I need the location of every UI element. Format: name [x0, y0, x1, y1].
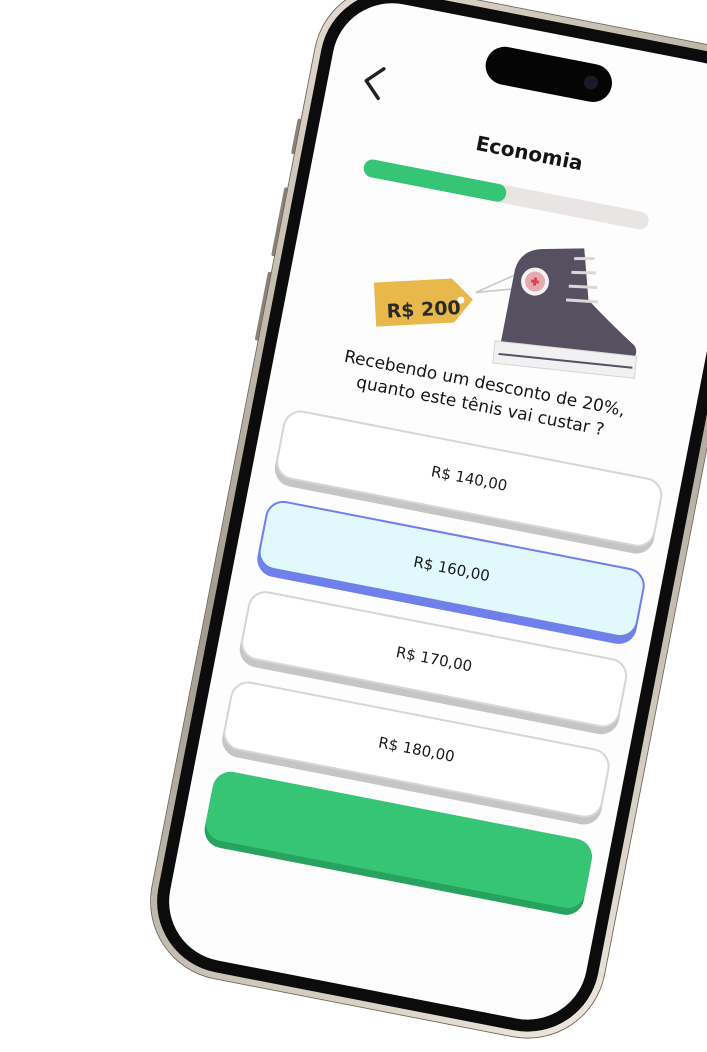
- chevron-left-icon: [364, 67, 386, 101]
- dynamic-island: [482, 43, 616, 106]
- price-tag-label: R$ 200: [386, 296, 462, 323]
- back-button[interactable]: [351, 59, 398, 106]
- camera-icon: [582, 74, 600, 91]
- progress-fill: [362, 157, 508, 204]
- phone-mockup: Economia R$ 200 Recebendo um desconto de…: [137, 0, 707, 1052]
